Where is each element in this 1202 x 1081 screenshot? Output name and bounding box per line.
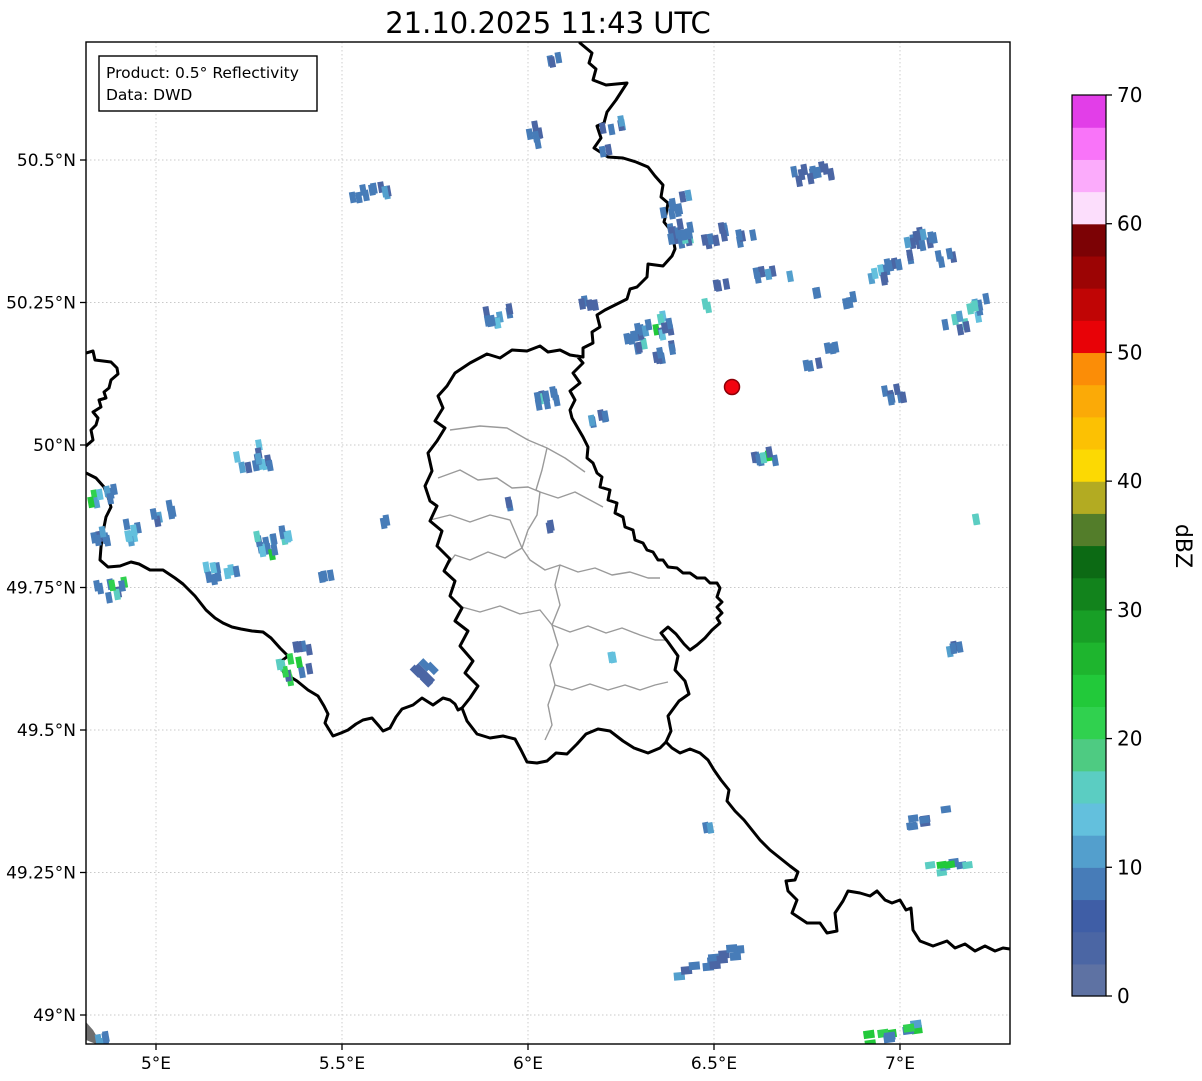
annotation-product-line: Product: 0.5° Reflectivity — [106, 64, 299, 82]
colorbar-tick-label: 30 — [1117, 598, 1142, 622]
colorbar-tick-label: 50 — [1117, 340, 1142, 364]
radar-site-marker — [723, 378, 741, 396]
radar-echo-bin — [902, 1023, 915, 1033]
radar-echo-bin — [944, 860, 956, 869]
lat-tick-label: 50.5°N — [17, 151, 76, 171]
annotation-data-line: Data: DWD — [106, 86, 192, 104]
colorbar-tick-label: 60 — [1117, 212, 1142, 236]
colorbar-segment — [1072, 159, 1106, 193]
radar-map-canvas: 50.5°N 50.25°N 50°N 49.75°N 49.5°N 49.25°N 49°… — [6, 6, 1195, 1074]
colorbar-segment — [1072, 384, 1106, 418]
lat-tick-label: 49.75°N — [6, 579, 76, 599]
colorbar-axis-label: dBZ — [1170, 524, 1195, 568]
colorbar-segment — [1072, 899, 1106, 933]
radar-echo-bin — [688, 961, 701, 971]
lon-tick-label: 7°E — [885, 1054, 915, 1074]
radar-echo-bin — [907, 814, 919, 823]
colorbar-tick-label: 70 — [1117, 83, 1142, 107]
colorbar-segment — [1072, 223, 1106, 257]
lat-tick-label: 50°N — [33, 436, 76, 456]
colorbar-segment — [1072, 416, 1106, 450]
radar-echo-bin — [940, 805, 952, 814]
product-annotation-box: Product: 0.5° Reflectivity Data: DWD — [98, 55, 318, 112]
colorbar-segment — [1072, 352, 1106, 386]
colorbar-segment — [1072, 835, 1106, 868]
colorbar-segment — [1072, 609, 1106, 643]
colorbar-segment — [1072, 674, 1106, 707]
colorbar-tick-label: 20 — [1117, 727, 1142, 751]
radar-echo-bin — [962, 860, 973, 870]
radar-echo-bin — [729, 951, 742, 961]
radar-echo-bin — [918, 815, 930, 824]
radar-echo-bin — [883, 1031, 896, 1041]
lon-tick-label: 6°E — [513, 1054, 543, 1074]
colorbar-segment — [1072, 320, 1106, 354]
page-title: 21.10.2025 11:43 UTC — [385, 6, 711, 40]
radar-echo-bin — [924, 860, 936, 870]
colorbar-segment — [1072, 255, 1106, 289]
colorbar-segment — [1072, 770, 1106, 804]
colorbar-segment — [1072, 288, 1106, 321]
lat-tick-label: 49.5°N — [17, 721, 76, 741]
lon-tick-label: 5°E — [141, 1054, 171, 1074]
colorbar-segment — [1072, 706, 1106, 740]
colorbar: 0 10 20 30 40 50 60 70 — [1071, 83, 1142, 1008]
colorbar-segment — [1072, 127, 1106, 160]
colorbar-segment — [1072, 191, 1106, 225]
radar-echo-bin — [862, 1029, 875, 1040]
colorbar-segment — [1072, 95, 1106, 128]
colorbar-segment — [1072, 481, 1106, 514]
radar-echo-bin — [725, 944, 738, 954]
lat-tick-label: 49.25°N — [6, 864, 76, 884]
colorbar-segment — [1072, 448, 1106, 482]
lat-tick-label: 49°N — [33, 1006, 76, 1026]
lon-tick-label: 5.5°E — [319, 1054, 365, 1074]
colorbar-tick-label: 10 — [1117, 855, 1142, 879]
colorbar-segment — [1072, 963, 1106, 997]
colorbar-segment — [1072, 513, 1106, 547]
colorbar-segment — [1072, 931, 1106, 965]
radar-echo-bin — [907, 822, 919, 831]
colorbar-tick-label: 0 — [1117, 984, 1130, 1008]
colorbar-segment — [1072, 738, 1106, 772]
lat-tick-label: 50.25°N — [6, 294, 76, 314]
radar-map-figure: 50.5°N 50.25°N 50°N 49.75°N 49.5°N 49.25°N 49°… — [0, 0, 1202, 1081]
colorbar-segment — [1072, 802, 1106, 836]
colorbar-segment — [1072, 642, 1106, 675]
colorbar-segment — [1072, 577, 1106, 611]
colorbar-segment — [1072, 545, 1106, 579]
colorbar-tick-label: 40 — [1117, 469, 1142, 493]
colorbar-segment — [1072, 867, 1106, 901]
radar-echo-bin — [716, 954, 729, 964]
lon-tick-label: 6.5°E — [691, 1054, 737, 1074]
